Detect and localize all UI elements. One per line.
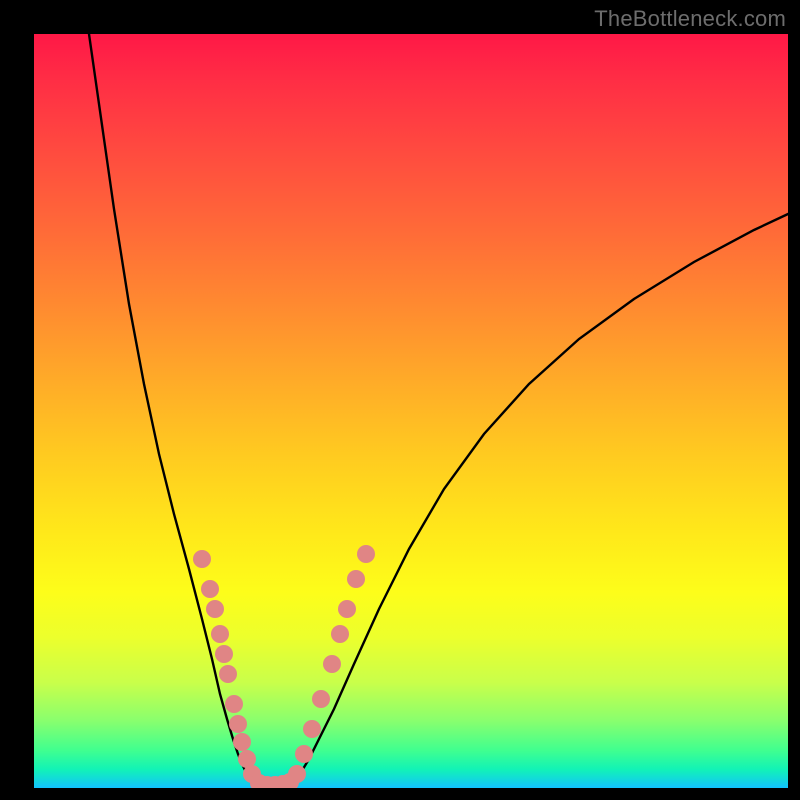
data-dot <box>229 715 247 733</box>
dot-layer <box>193 545 375 788</box>
data-dot <box>206 600 224 618</box>
data-dot <box>357 545 375 563</box>
data-dot <box>295 745 313 763</box>
curve-svg <box>34 34 788 788</box>
watermark-text: TheBottleneck.com <box>594 6 786 32</box>
data-dot <box>219 665 237 683</box>
data-dot <box>338 600 356 618</box>
bottleneck-curve <box>89 34 788 786</box>
data-dot <box>201 580 219 598</box>
data-dot <box>211 625 229 643</box>
data-dot <box>347 570 365 588</box>
data-dot <box>288 765 306 783</box>
data-dot <box>312 690 330 708</box>
chart-stage: TheBottleneck.com <box>0 0 800 800</box>
data-dot <box>303 720 321 738</box>
data-dot <box>193 550 211 568</box>
data-dot <box>233 733 251 751</box>
data-dot <box>331 625 349 643</box>
data-dot <box>225 695 243 713</box>
plot-area <box>34 34 788 788</box>
data-dot <box>215 645 233 663</box>
data-dot <box>323 655 341 673</box>
